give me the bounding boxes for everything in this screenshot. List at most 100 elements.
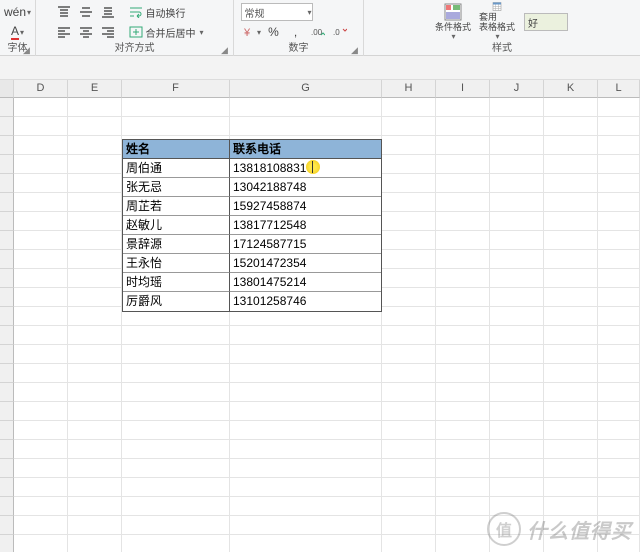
cell[interactable]	[382, 516, 436, 535]
cell[interactable]	[490, 250, 544, 269]
row-header[interactable]	[0, 516, 14, 535]
cell[interactable]	[382, 459, 436, 478]
cell[interactable]	[230, 383, 382, 402]
format-as-table-button[interactable]: 套用 表格格式▾	[475, 2, 519, 42]
row-header[interactable]	[0, 535, 14, 552]
name-cell[interactable]: 张无忌	[123, 178, 230, 197]
cell[interactable]	[598, 250, 640, 269]
cell[interactable]	[68, 307, 122, 326]
cell[interactable]	[122, 383, 230, 402]
cell[interactable]	[382, 136, 436, 155]
cell[interactable]	[598, 98, 640, 117]
cell[interactable]	[14, 478, 68, 497]
name-cell[interactable]: 景辞源	[123, 235, 230, 254]
cell[interactable]	[544, 497, 598, 516]
cell[interactable]	[436, 212, 490, 231]
cell[interactable]	[544, 459, 598, 478]
cell[interactable]	[436, 136, 490, 155]
cell[interactable]	[68, 440, 122, 459]
align-bottom-button[interactable]	[97, 2, 119, 22]
col-header[interactable]: H	[382, 80, 436, 98]
cell[interactable]	[14, 98, 68, 117]
cell[interactable]	[382, 174, 436, 193]
cell[interactable]	[230, 345, 382, 364]
cell[interactable]	[490, 478, 544, 497]
cell[interactable]	[436, 440, 490, 459]
cell[interactable]	[490, 193, 544, 212]
cell[interactable]	[490, 288, 544, 307]
currency-button[interactable]: ¥▾	[241, 22, 263, 42]
cell[interactable]	[122, 421, 230, 440]
cell[interactable]	[382, 497, 436, 516]
align-middle-button[interactable]	[75, 2, 97, 22]
cell[interactable]	[68, 459, 122, 478]
cell[interactable]	[382, 307, 436, 326]
cell[interactable]	[490, 212, 544, 231]
cell[interactable]	[14, 155, 68, 174]
cell[interactable]	[544, 478, 598, 497]
row-header[interactable]	[0, 231, 14, 250]
cell[interactable]	[382, 478, 436, 497]
align-top-button[interactable]	[53, 2, 75, 22]
cell[interactable]	[436, 326, 490, 345]
cell-style-swatch[interactable]: 好	[524, 13, 568, 31]
row-header[interactable]	[0, 459, 14, 478]
table-header-cell[interactable]: 姓名	[123, 140, 230, 159]
col-header[interactable]: I	[436, 80, 490, 98]
cell[interactable]	[230, 459, 382, 478]
cell[interactable]	[544, 326, 598, 345]
cell[interactable]	[14, 402, 68, 421]
row-header[interactable]	[0, 117, 14, 136]
cell[interactable]	[230, 421, 382, 440]
cell[interactable]	[122, 402, 230, 421]
cell[interactable]	[14, 231, 68, 250]
row-header[interactable]	[0, 269, 14, 288]
cell[interactable]	[544, 250, 598, 269]
row-header[interactable]	[0, 421, 14, 440]
cell[interactable]	[544, 402, 598, 421]
cell[interactable]	[490, 440, 544, 459]
cell[interactable]	[490, 516, 544, 535]
cell[interactable]	[382, 421, 436, 440]
cell[interactable]	[490, 98, 544, 117]
phonetic-guide-button[interactable]: wén▾	[7, 2, 29, 22]
row-header[interactable]	[0, 250, 14, 269]
cell[interactable]	[382, 345, 436, 364]
cell[interactable]	[436, 269, 490, 288]
cell[interactable]	[382, 535, 436, 552]
cell[interactable]	[14, 383, 68, 402]
cell[interactable]	[544, 421, 598, 440]
cell[interactable]	[382, 155, 436, 174]
cell[interactable]	[68, 193, 122, 212]
font-size-button[interactable]: A▾	[7, 22, 29, 42]
cell[interactable]	[68, 250, 122, 269]
cell[interactable]	[544, 174, 598, 193]
cell[interactable]	[382, 364, 436, 383]
cell[interactable]	[490, 345, 544, 364]
phone-cell[interactable]: 13101258746	[230, 292, 381, 311]
cell[interactable]	[598, 193, 640, 212]
cell[interactable]	[230, 478, 382, 497]
cell[interactable]	[598, 459, 640, 478]
cell[interactable]	[122, 516, 230, 535]
cell[interactable]	[544, 212, 598, 231]
cell[interactable]	[68, 402, 122, 421]
name-cell[interactable]: 周伯通	[123, 159, 230, 178]
dialog-launcher-font[interactable]: ◢	[23, 45, 33, 55]
cell[interactable]	[230, 497, 382, 516]
align-center-button[interactable]	[75, 22, 97, 42]
col-header[interactable]: L	[598, 80, 640, 98]
cell[interactable]	[230, 98, 382, 117]
cell[interactable]	[14, 364, 68, 383]
cell[interactable]	[544, 535, 598, 552]
cell[interactable]	[68, 212, 122, 231]
cell[interactable]	[490, 155, 544, 174]
cell[interactable]	[436, 307, 490, 326]
name-cell[interactable]: 厉爵风	[123, 292, 230, 311]
cell[interactable]	[436, 98, 490, 117]
cell[interactable]	[436, 402, 490, 421]
cell[interactable]	[544, 345, 598, 364]
cell[interactable]	[544, 440, 598, 459]
cell[interactable]	[544, 269, 598, 288]
cell[interactable]	[598, 326, 640, 345]
